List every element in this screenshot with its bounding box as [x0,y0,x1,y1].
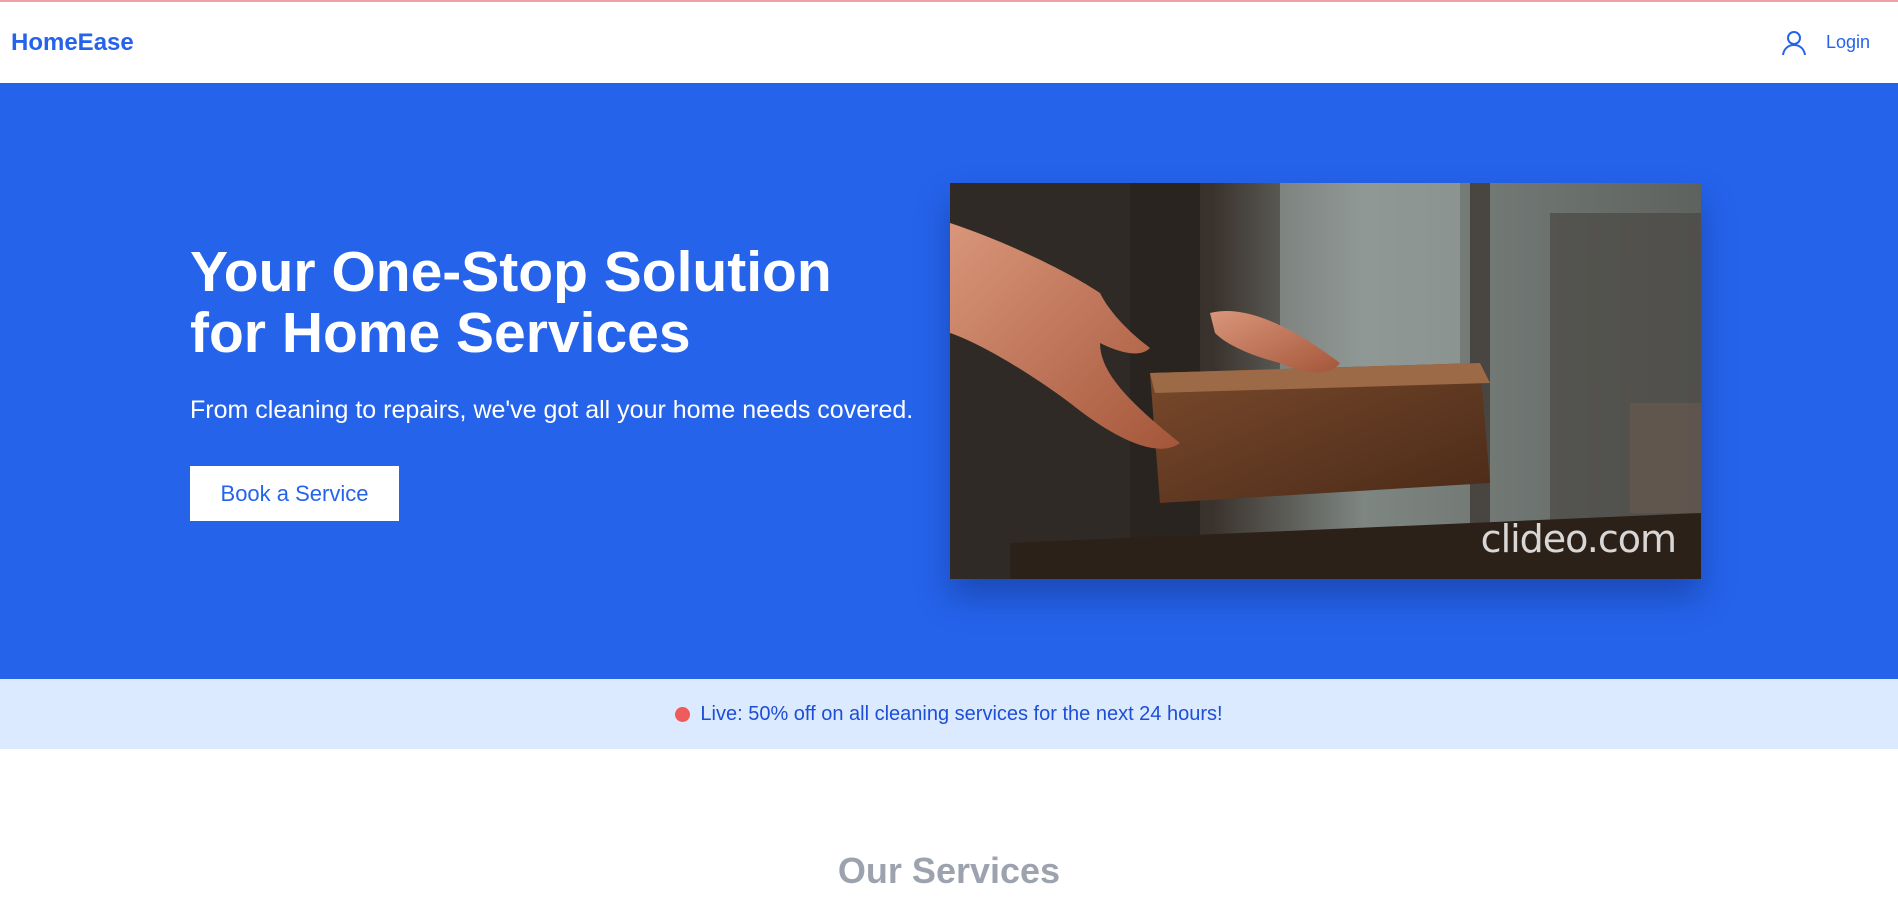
navbar: HomeEase Login [0,2,1898,83]
promo-banner: Live: 50% off on all cleaning services f… [0,679,1898,749]
login-link[interactable]: Login [1826,32,1870,53]
hero-title-line2: for Home Services [190,301,691,365]
user-icon[interactable] [1780,29,1808,57]
hero-title-line1: Your One-Stop Solution [190,240,832,304]
services-heading: Our Services [837,850,1061,891]
brand-logo[interactable]: HomeEase [11,29,134,57]
promo-text: Live: 50% off on all cleaning services f… [700,702,1223,725]
nav-right: Login [1780,29,1870,57]
book-service-button[interactable]: Book a Service [190,466,399,521]
hero-section: Your One-Stop Solution for Home Services… [0,83,1898,679]
hero-video[interactable]: clideo.com [950,183,1701,579]
hero-subtitle: From cleaning to repairs, we've got all … [190,396,914,424]
hero-title: Your One-Stop Solution for Home Services [190,242,950,364]
live-indicator-dot [675,706,691,722]
video-watermark: clideo.com [1480,517,1677,561]
